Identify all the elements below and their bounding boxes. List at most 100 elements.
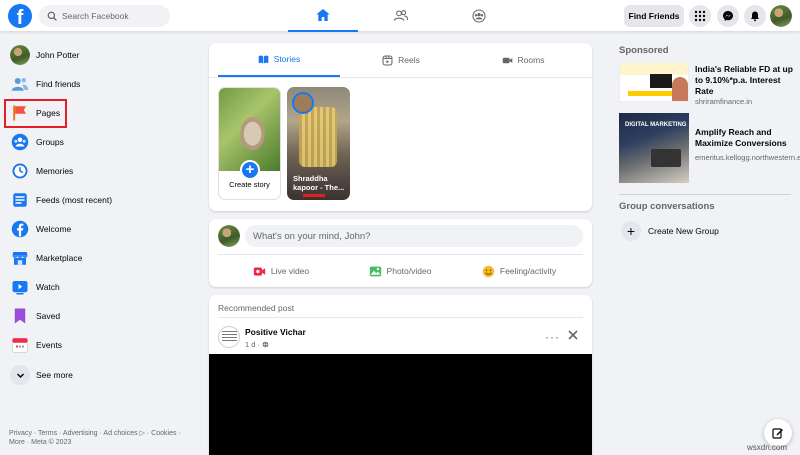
sidebar-item-label: Welcome	[36, 224, 72, 234]
sidebar-item-label: Find friends	[36, 79, 81, 89]
divider	[619, 194, 791, 195]
ad-title[interactable]: Amplify Reach and Maximize Conversions	[695, 127, 795, 149]
facebook-logo-icon[interactable]: f	[8, 4, 32, 28]
groups-icon	[472, 9, 486, 23]
timestamp-text: 1 d ·	[245, 340, 261, 349]
search-input[interactable]	[62, 11, 162, 21]
story-image	[299, 107, 337, 167]
create-story-label: Create story	[229, 180, 270, 189]
sidebar-item-welcome[interactable]: Welcome	[6, 216, 196, 242]
find-friends-button[interactable]: Find Friends	[624, 5, 684, 27]
action-label: Live video	[270, 266, 310, 276]
sidebar-item-events[interactable]: Events	[6, 332, 196, 358]
sidebar-item-label: Watch	[36, 282, 60, 292]
action-label: Feeling/activity	[499, 266, 557, 276]
sidebar-item-watch[interactable]: Watch	[6, 274, 196, 300]
story-avatar	[292, 92, 314, 114]
close-icon[interactable]	[566, 328, 580, 342]
footer-links[interactable]: Privacy · Terms · Advertising · Ad choic…	[9, 429, 194, 447]
groups-icon	[11, 133, 29, 151]
menu-button[interactable]	[689, 5, 711, 27]
friends-icon	[393, 10, 409, 21]
search-icon	[47, 11, 57, 21]
photo-icon	[369, 266, 381, 276]
create-group-label: Create New Group	[648, 226, 719, 236]
ad-url[interactable]: emeritus.kellogg.northwestern.edu	[695, 153, 800, 162]
status-input[interactable]: What's on your mind, John?	[245, 225, 583, 247]
sidebar-item-label: See more	[36, 370, 73, 380]
sidebar-item-label: John Potter	[36, 50, 80, 60]
ad-image-kellogg[interactable]: DIGITAL MARKETING	[619, 113, 689, 183]
feeds-icon	[13, 193, 27, 207]
more-options-button[interactable]: ···	[545, 330, 560, 344]
bell-icon	[751, 11, 759, 22]
sidebar-item-find-friends[interactable]: Find friends	[6, 71, 196, 97]
watermark: wsxdn.com	[747, 443, 788, 452]
tab-friends[interactable]	[366, 0, 436, 32]
divider	[218, 254, 583, 255]
tab-label: Stories	[273, 54, 301, 64]
tab-stories[interactable]: Stories	[218, 43, 340, 77]
sidebar-item-feeds[interactable]: Feeds (most recent)	[6, 187, 196, 213]
profile-photo	[219, 88, 280, 171]
home-icon	[316, 9, 330, 21]
friends-icon	[11, 78, 29, 91]
smiley-icon	[482, 265, 495, 277]
store-icon	[12, 252, 28, 265]
sidebar-item-groups[interactable]: Groups	[6, 129, 196, 155]
profile-avatar[interactable]	[770, 5, 792, 27]
page-avatar[interactable]	[218, 326, 240, 348]
ad-image-shriram[interactable]	[619, 62, 689, 102]
sidebar-item-memories[interactable]: Memories	[6, 158, 196, 184]
plus-icon: +	[621, 221, 641, 241]
recommended-post: Recommended post Positive Vichar 1 d · ·…	[209, 295, 592, 455]
tab-reels[interactable]: Reels	[340, 43, 462, 77]
camera-icon	[502, 57, 512, 63]
post-video[interactable]	[209, 354, 592, 455]
messenger-icon	[723, 11, 733, 21]
ad-url[interactable]: shriramfinance.in	[695, 97, 795, 106]
section-label: Recommended post	[218, 303, 295, 313]
sidebar-item-label: Events	[36, 340, 62, 350]
photo-video-button[interactable]: Photo/video	[341, 260, 459, 282]
plus-icon: +	[240, 160, 260, 180]
facebook-icon	[11, 220, 29, 238]
group-conversations-heading: Group conversations	[619, 201, 715, 212]
story-progress-bar	[303, 194, 325, 197]
stories-card: Stories Reels Rooms + Create story Shrad…	[209, 43, 592, 211]
tab-label: Reels	[398, 55, 420, 65]
messenger-button[interactable]	[717, 5, 739, 27]
pages-highlight-box	[4, 99, 67, 128]
video-icon	[12, 281, 28, 295]
sidebar-item-see-more[interactable]: See more	[6, 362, 196, 388]
ad-title[interactable]: India's Reliable FD at up to 9.10%*p.a. …	[695, 64, 795, 97]
tab-groups[interactable]	[444, 0, 514, 32]
live-video-icon	[253, 266, 266, 276]
reels-icon	[382, 55, 393, 65]
post-timestamp[interactable]: 1 d ·	[245, 340, 269, 349]
feeling-activity-button[interactable]: Feeling/activity	[460, 260, 578, 282]
ad-image-text: DIGITAL MARKETING	[625, 122, 687, 128]
sidebar-item-label: Marketplace	[36, 253, 83, 263]
sidebar-item-saved[interactable]: Saved	[6, 303, 196, 329]
live-video-button[interactable]: Live video	[222, 260, 340, 282]
story-author-name: Shraddha kapoor - The...	[293, 174, 345, 192]
notifications-button[interactable]	[744, 5, 766, 27]
create-new-group-button[interactable]: + Create New Group	[619, 220, 791, 242]
create-story-card[interactable]: + Create story	[218, 87, 281, 200]
sidebar-item-profile[interactable]: John Potter	[6, 42, 196, 68]
search-box[interactable]	[39, 5, 170, 27]
avatar	[10, 45, 30, 65]
action-label: Photo/video	[386, 266, 432, 276]
tab-rooms[interactable]: Rooms	[462, 43, 584, 77]
grid-menu-icon	[694, 10, 706, 22]
sidebar-item-label: Memories	[36, 166, 74, 176]
tab-home[interactable]	[288, 0, 358, 32]
post-author[interactable]: Positive Vichar	[245, 327, 306, 337]
sidebar-item-marketplace[interactable]: Marketplace	[6, 245, 196, 271]
top-navigation-bar: f Find Friends	[0, 0, 800, 32]
tab-label: Rooms	[517, 55, 545, 65]
friend-story-card[interactable]: Shraddha kapoor - The...	[287, 87, 350, 200]
sponsored-heading: Sponsored	[619, 45, 669, 56]
post-composer: What's on your mind, John? Live video Ph…	[209, 219, 592, 287]
